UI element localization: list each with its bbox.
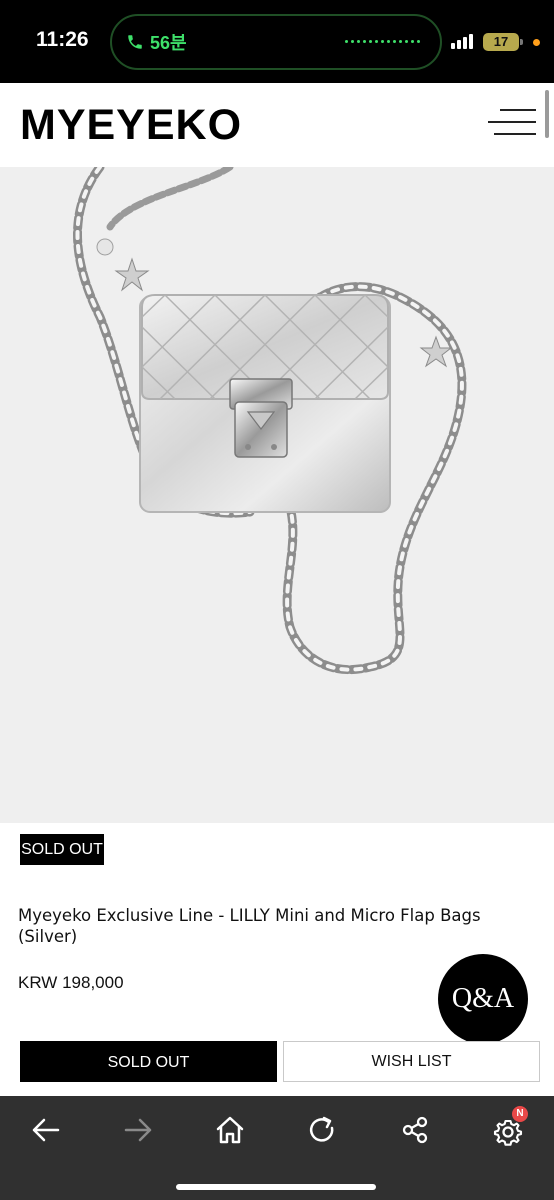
home-indicator[interactable] (176, 1184, 376, 1190)
privacy-indicator-dot (533, 39, 540, 46)
wish-list-button[interactable]: WISH LIST (283, 1041, 540, 1082)
battery-icon: 17 (483, 33, 523, 51)
reload-icon[interactable] (298, 1106, 346, 1154)
page-scrollbar[interactable] (545, 90, 549, 138)
forward-arrow-icon[interactable] (114, 1106, 162, 1154)
call-duration: 56분 (150, 33, 187, 53)
cellular-signal-icon (451, 34, 473, 49)
notification-badge: N (512, 1106, 528, 1122)
product-price: KRW 198,000 (18, 973, 124, 992)
product-image[interactable] (0, 167, 554, 823)
hamburger-menu-icon[interactable] (488, 107, 536, 141)
settings-icon[interactable]: N (484, 1106, 532, 1154)
phone-icon (128, 35, 142, 49)
share-icon[interactable] (391, 1106, 439, 1154)
back-arrow-icon[interactable] (22, 1106, 70, 1154)
sold-out-button[interactable]: SOLD OUT (20, 1041, 277, 1082)
qa-button[interactable]: Q&A (438, 954, 528, 1044)
home-icon[interactable] (206, 1106, 254, 1154)
site-logo[interactable]: MYEYEKO (20, 101, 242, 150)
sold-out-badge: SOLD OUT (20, 834, 104, 865)
dynamic-island-call[interactable]: 56분 (110, 14, 442, 70)
status-time: 11:26 (36, 28, 89, 51)
audio-wave-icon (345, 40, 420, 43)
product-title: Myeyeko Exclusive Line - LILLY Mini and … (18, 906, 481, 946)
status-bar: 11:26 56분 17 (0, 0, 554, 83)
call-indicator: 56분 (126, 28, 187, 56)
site-header: MYEYEKO (0, 83, 554, 167)
battery-level: 17 (493, 34, 509, 49)
